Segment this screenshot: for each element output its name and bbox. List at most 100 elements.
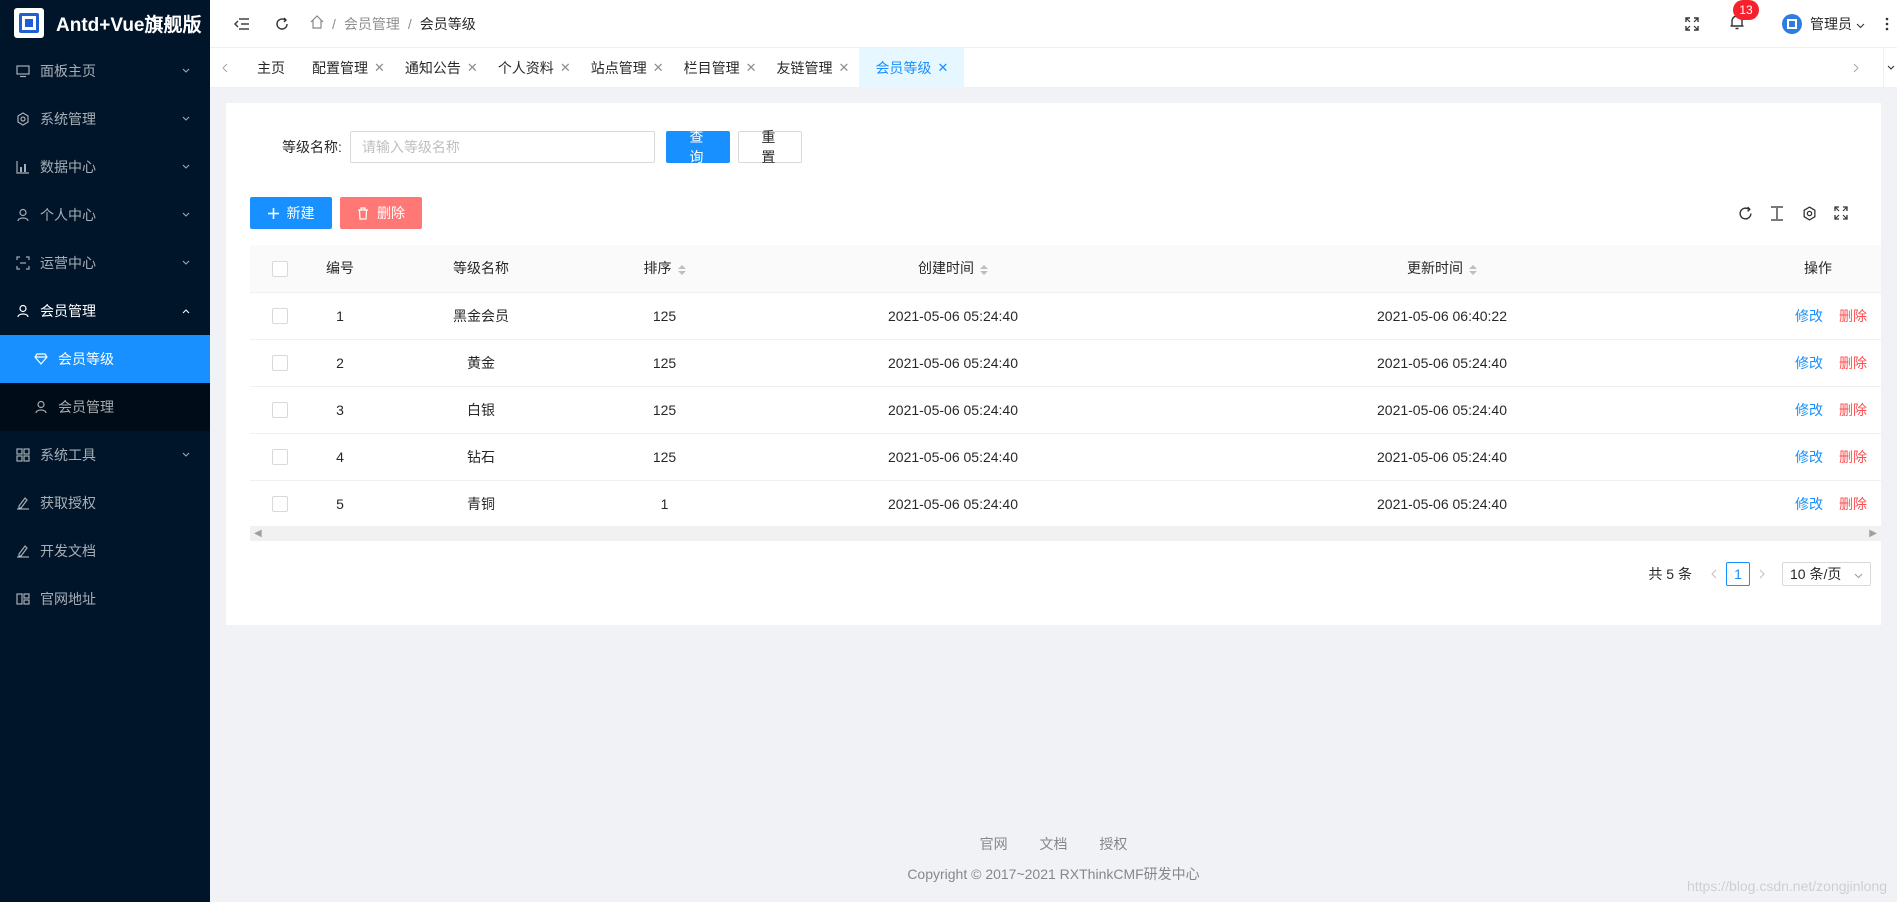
plus-icon — [267, 207, 279, 219]
row-checkbox[interactable] — [272, 496, 288, 513]
column-height-icon[interactable] — [1761, 197, 1793, 229]
cell-sort: 125 — [592, 433, 737, 481]
cell-created: 2021-05-06 05:24:40 — [737, 292, 1169, 340]
delete-link[interactable]: 删除 — [1839, 449, 1867, 465]
notification-button[interactable]: 13 — [1712, 0, 1762, 48]
close-icon[interactable]: ✕ — [937, 60, 948, 76]
monitor-icon — [16, 64, 30, 78]
delete-link[interactable]: 删除 — [1839, 496, 1867, 512]
sidebar-item-member-manage[interactable]: 会员管理 — [0, 383, 210, 431]
chevron-left-icon[interactable] — [210, 48, 240, 88]
reset-button[interactable]: 重置 — [737, 129, 802, 165]
sidebar-item-data[interactable]: 数据中心 — [0, 143, 210, 191]
cell-name: 青铜 — [370, 480, 592, 528]
tab-label: 通知公告 — [404, 59, 461, 76]
scroll-left-icon[interactable]: ◀ — [254, 528, 262, 539]
batch-delete-button[interactable]: 删除 — [340, 197, 422, 229]
sidebar-item-label: 会员管理 — [58, 399, 114, 415]
page-size-select[interactable]: 10 条/页 — [1782, 562, 1871, 586]
table-row: 4 钻石 125 2021-05-06 05:24:40 2021-05-06 … — [250, 433, 1881, 481]
row-checkbox[interactable] — [272, 449, 288, 466]
more-icon[interactable] — [1877, 0, 1897, 48]
prev-page-icon[interactable] — [1702, 562, 1726, 586]
logo[interactable]: Antd+Vue旗舰版 — [0, 0, 210, 46]
horizontal-scrollbar[interactable]: ◀ ▶ — [250, 526, 1881, 541]
sidebar-item-tools[interactable]: 系统工具 — [0, 431, 210, 479]
sidebar-item-label: 个人中心 — [40, 207, 96, 223]
sidebar-item-operations[interactable]: 运营中心 — [0, 239, 210, 287]
scroll-right-icon[interactable]: ▶ — [1869, 528, 1877, 539]
fullscreen-icon[interactable] — [1825, 197, 1857, 229]
row-checkbox[interactable] — [272, 402, 288, 419]
column-sort[interactable]: 排序 — [592, 245, 737, 293]
close-icon[interactable]: ✕ — [560, 60, 571, 76]
tab-member-level[interactable]: 会员等级 ✕ — [859, 47, 965, 88]
select-all-checkbox[interactable] — [272, 260, 288, 277]
edit-icon — [16, 496, 30, 510]
edit-link[interactable]: 修改 — [1795, 449, 1823, 465]
add-button-label: 新建 — [286, 205, 315, 221]
reload-icon[interactable] — [1729, 197, 1761, 229]
close-icon[interactable]: ✕ — [746, 60, 757, 76]
delete-link[interactable]: 删除 — [1839, 308, 1867, 324]
breadcrumb: / 会员管理 / 会员等级 — [310, 14, 476, 34]
sidebar-item-docs[interactable]: 开发文档 — [0, 527, 210, 575]
user-menu[interactable]: 管理员 — [1762, 0, 1877, 48]
footer-link-license[interactable]: 授权 — [1099, 836, 1127, 852]
edit-link[interactable]: 修改 — [1795, 355, 1823, 371]
query-button[interactable]: 查询 — [665, 129, 730, 165]
tab-links[interactable]: 友链管理 ✕ — [767, 48, 860, 88]
reload-icon[interactable] — [262, 0, 302, 48]
sidebar-item-personal[interactable]: 个人中心 — [0, 191, 210, 239]
menu-fold-icon[interactable] — [222, 0, 262, 48]
breadcrumb-item[interactable]: 会员管理 — [344, 14, 400, 34]
tab-notice[interactable]: 通知公告 ✕ — [395, 48, 488, 88]
fullscreen-icon[interactable] — [1672, 0, 1712, 48]
footer-link-docs[interactable]: 文档 — [1040, 836, 1068, 852]
delete-icon — [357, 206, 369, 220]
edit-link[interactable]: 修改 — [1795, 308, 1823, 324]
close-icon[interactable]: ✕ — [467, 60, 478, 76]
chevron-right-icon[interactable] — [1841, 48, 1871, 88]
sidebar-item-website[interactable]: 官网地址 — [0, 575, 210, 623]
tab-label: 栏目管理 — [683, 59, 740, 76]
delete-link[interactable]: 删除 — [1839, 355, 1867, 371]
chevron-down-icon — [182, 67, 190, 75]
column-updated[interactable]: 更新时间 — [1169, 245, 1715, 293]
tab-column[interactable]: 栏目管理 ✕ — [674, 48, 767, 88]
tab-site[interactable]: 站点管理 ✕ — [581, 48, 674, 88]
edit-link[interactable]: 修改 — [1795, 402, 1823, 418]
page-size-value: 10 条/页 — [1790, 566, 1842, 582]
tab-config[interactable]: 配置管理 ✕ — [302, 48, 395, 88]
tab-home[interactable]: 主页 — [240, 48, 302, 88]
close-icon[interactable]: ✕ — [653, 60, 664, 76]
tab-profile[interactable]: 个人资料 ✕ — [488, 48, 581, 88]
notification-badge: 13 — [1733, 0, 1759, 20]
sidebar-item-dashboard[interactable]: 面板主页 — [0, 47, 210, 95]
cell-sort: 125 — [592, 292, 737, 340]
row-checkbox[interactable] — [272, 355, 288, 372]
close-icon[interactable]: ✕ — [374, 60, 385, 76]
delete-link[interactable]: 删除 — [1839, 402, 1867, 418]
chevron-down-icon[interactable] — [1883, 47, 1897, 88]
next-page-icon[interactable] — [1750, 562, 1774, 586]
row-checkbox[interactable] — [272, 308, 288, 325]
sidebar-item-license[interactable]: 获取授权 — [0, 479, 210, 527]
setting-icon[interactable] — [1793, 197, 1825, 229]
level-name-input[interactable] — [349, 131, 655, 163]
sidebar-item-member-level[interactable]: 会员等级 — [0, 335, 210, 383]
page-number[interactable]: 1 — [1726, 562, 1750, 586]
search-form: 等级名称: 查询 重置 — [282, 129, 802, 165]
column-id: 编号 — [310, 245, 370, 293]
close-icon[interactable]: ✕ — [839, 60, 850, 76]
cell-sort: 125 — [592, 386, 737, 434]
edit-link[interactable]: 修改 — [1795, 496, 1823, 512]
sidebar-item-members[interactable]: 会员管理 — [0, 287, 210, 335]
column-created[interactable]: 创建时间 — [737, 245, 1169, 293]
sidebar-item-system[interactable]: 系统管理 — [0, 95, 210, 143]
footer-link-website[interactable]: 官网 — [980, 836, 1008, 852]
home-icon[interactable] — [310, 15, 324, 32]
user-icon — [16, 208, 30, 222]
add-button[interactable]: 新建 — [250, 197, 332, 229]
cell-sort: 1 — [592, 480, 737, 528]
